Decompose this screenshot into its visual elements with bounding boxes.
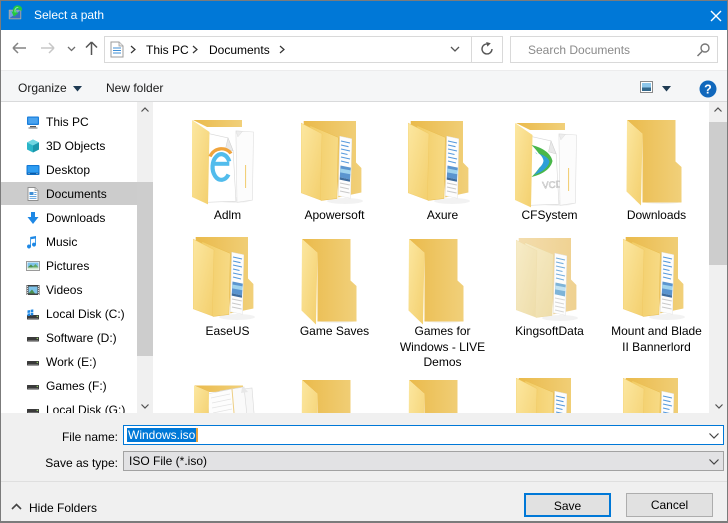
- svg-text:?: ?: [704, 83, 712, 97]
